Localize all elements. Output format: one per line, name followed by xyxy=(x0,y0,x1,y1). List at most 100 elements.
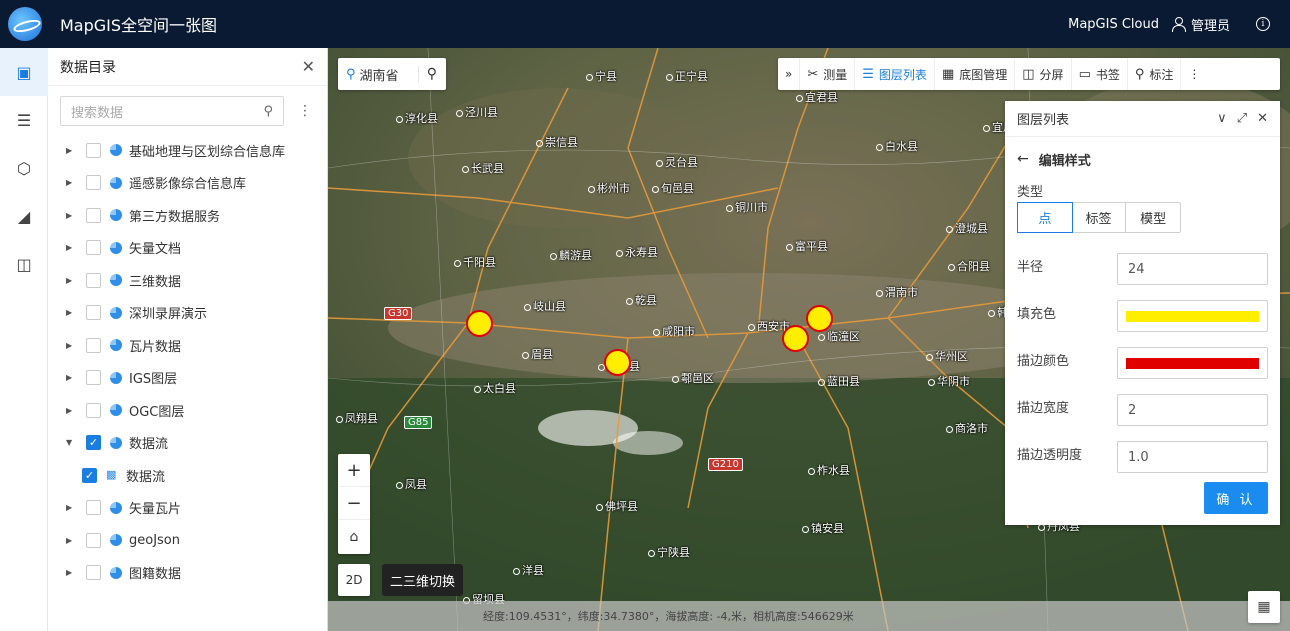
pie-icon xyxy=(110,371,122,384)
caret-right-icon[interactable]: ▶ xyxy=(66,243,76,252)
confirm-button[interactable]: 确 认 xyxy=(1204,482,1268,514)
caret-right-icon[interactable]: ▶ xyxy=(66,308,76,317)
2d-3d-toggle-button[interactable]: 2D xyxy=(338,564,370,596)
fill-color-picker[interactable] xyxy=(1117,300,1268,332)
cube-outline-icon[interactable]: ⬡ xyxy=(0,144,48,192)
checkbox[interactable] xyxy=(86,272,101,288)
search-icon[interactable]: ⚲ xyxy=(417,66,437,82)
tree-item[interactable]: ▶ geoJson xyxy=(66,524,327,557)
info-icon[interactable]: i xyxy=(1256,17,1270,31)
layer-list-panel: 图层列表 ∨ ⤢ ✕ ← 编辑样式 类型 点 标签 模型 半径 24 填充色 描… xyxy=(1005,101,1280,525)
caret-right-icon[interactable]: ▶ xyxy=(66,211,76,220)
data-stream-icon: ▩ xyxy=(106,468,117,482)
split-screen-button[interactable]: ◫ 分屏 xyxy=(1015,58,1072,90)
checkbox[interactable] xyxy=(86,565,101,581)
tree-item[interactable]: ▶ 矢量文档 xyxy=(66,232,327,265)
grid-view-icon[interactable]: ▦ xyxy=(1248,591,1280,623)
caret-right-icon[interactable]: ▶ xyxy=(66,276,76,285)
checkbox[interactable] xyxy=(86,532,101,548)
map-view[interactable]: 宁县 正宁县 宜君县 淳化县 泾川县 崇信县 长武县 灵台县 旬邑县 彬州市 铜… xyxy=(328,48,1290,631)
zoom-controls: + − ⌂ xyxy=(338,454,370,554)
type-segmented-control: 点 标签 模型 xyxy=(1017,202,1181,233)
double-chevron-icon: » xyxy=(785,67,793,81)
collapse-toolbar-button[interactable]: » xyxy=(778,58,801,90)
home-icon[interactable]: ⌂ xyxy=(338,520,370,553)
tree-item[interactable]: ▶ OGC图层 xyxy=(66,394,327,427)
zoom-out-button[interactable]: − xyxy=(338,487,370,520)
caret-down-icon[interactable]: ▼ xyxy=(66,438,76,447)
user-menu[interactable]: 管理员 xyxy=(1171,15,1230,34)
tree-item[interactable]: ▶ 瓦片数据 xyxy=(66,329,327,362)
zoom-in-button[interactable]: + xyxy=(338,454,370,487)
caret-right-icon[interactable]: ▶ xyxy=(66,503,76,512)
checkbox-checked[interactable]: ✓ xyxy=(86,435,101,451)
pie-icon xyxy=(110,404,122,417)
stroke-color-picker[interactable] xyxy=(1117,347,1268,379)
expand-icon[interactable]: ⤢ xyxy=(1237,111,1247,126)
caret-right-icon[interactable]: ▶ xyxy=(66,178,76,187)
checkbox[interactable] xyxy=(86,240,101,256)
checkbox[interactable] xyxy=(86,402,101,418)
coordinate-readout: 经度:109.4531°，纬度:34.7380°，海拔高度: -4,米，相机高度… xyxy=(483,610,854,623)
tree-item[interactable]: ▶ 三维数据 xyxy=(66,264,327,297)
list-icon[interactable]: ☰ xyxy=(0,96,48,144)
split-icon: ◫ xyxy=(1022,66,1035,82)
caret-right-icon[interactable]: ▶ xyxy=(66,146,76,155)
place-label: 洋县 xyxy=(513,562,544,578)
chevron-down-icon[interactable]: ∨ xyxy=(1217,111,1227,126)
map-pin-icon: ⚲ xyxy=(346,66,356,82)
place-label: 彬州市 xyxy=(588,180,630,196)
measure-button[interactable]: ✂ 测量 xyxy=(800,58,856,90)
more-options-button[interactable]: ⋮ xyxy=(1181,58,1207,90)
checkbox[interactable] xyxy=(86,500,101,516)
tree-item[interactable]: ▶ 图籍数据 xyxy=(66,557,327,590)
caret-right-icon[interactable]: ▶ xyxy=(66,568,76,577)
close-icon[interactable]: ✕ xyxy=(302,57,315,76)
checkbox-checked[interactable]: ✓ xyxy=(82,467,97,483)
radius-input[interactable]: 24 xyxy=(1117,253,1268,285)
caret-right-icon[interactable]: ▶ xyxy=(66,536,76,545)
bookmark-button[interactable]: ▭ 书签 xyxy=(1072,58,1128,90)
caret-right-icon[interactable]: ▶ xyxy=(66,373,76,382)
checkbox[interactable] xyxy=(86,305,101,321)
tree-item-child[interactable]: ✓ ▩ 数据流 xyxy=(66,459,327,492)
catalog-title: 数据目录 xyxy=(60,59,116,76)
tree-item[interactable]: ▶ 基础地理与区划综合信息库 xyxy=(66,134,327,167)
checkbox[interactable] xyxy=(86,370,101,386)
cloud-link[interactable]: MapGIS Cloud xyxy=(1068,17,1159,32)
caret-right-icon[interactable]: ▶ xyxy=(66,341,76,350)
close-icon[interactable]: ✕ xyxy=(1257,111,1268,126)
data-catalog-icon[interactable]: ▣ xyxy=(0,48,48,96)
caret-right-icon[interactable]: ▶ xyxy=(66,406,76,415)
tree-item[interactable]: ▶ 深圳录屏演示 xyxy=(66,297,327,330)
more-vertical-icon[interactable]: ⋮ xyxy=(298,103,312,119)
data-stream-point[interactable] xyxy=(466,310,493,337)
place-label: 商洛市 xyxy=(946,420,988,436)
tree-item[interactable]: ▶ 遥感影像综合信息库 xyxy=(66,167,327,200)
back-arrow-icon[interactable]: ← xyxy=(1017,151,1029,167)
stroke-opacity-input[interactable]: 1.0 xyxy=(1117,441,1268,473)
data-stream-point[interactable] xyxy=(782,325,809,352)
type-option-label[interactable]: 标签 xyxy=(1072,203,1127,232)
stroke-width-input[interactable]: 2 xyxy=(1117,394,1268,426)
checkbox[interactable] xyxy=(86,175,101,191)
checkbox[interactable] xyxy=(86,207,101,223)
layers-icon: ☰ xyxy=(862,66,874,82)
search-input[interactable]: 搜索数据 ⚲ xyxy=(60,96,284,126)
basemap-button[interactable]: ▦ 底图管理 xyxy=(935,58,1016,90)
data-stream-point[interactable] xyxy=(604,349,631,376)
tree-item[interactable]: ▶ 矢量瓦片 xyxy=(66,492,327,525)
data-stream-point[interactable] xyxy=(806,305,833,332)
tree-item[interactable]: ▼ ✓ 数据流 xyxy=(66,427,327,460)
checkbox[interactable] xyxy=(86,142,101,158)
type-option-point[interactable]: 点 xyxy=(1017,202,1073,233)
type-option-model[interactable]: 模型 xyxy=(1126,203,1180,232)
checkbox[interactable] xyxy=(86,337,101,353)
layer-list-button[interactable]: ☰ 图层列表 xyxy=(855,58,935,90)
annotate-button[interactable]: ⚲ 标注 xyxy=(1128,58,1182,90)
tree-item[interactable]: ▶ IGS图层 xyxy=(66,362,327,395)
tree-item[interactable]: ▶ 第三方数据服务 xyxy=(66,199,327,232)
monitor-icon[interactable]: ◫ xyxy=(0,240,48,288)
location-selector[interactable]: ⚲ 湖南省 ⚲ xyxy=(338,58,446,90)
k-icon[interactable]: ◢ xyxy=(0,192,48,240)
